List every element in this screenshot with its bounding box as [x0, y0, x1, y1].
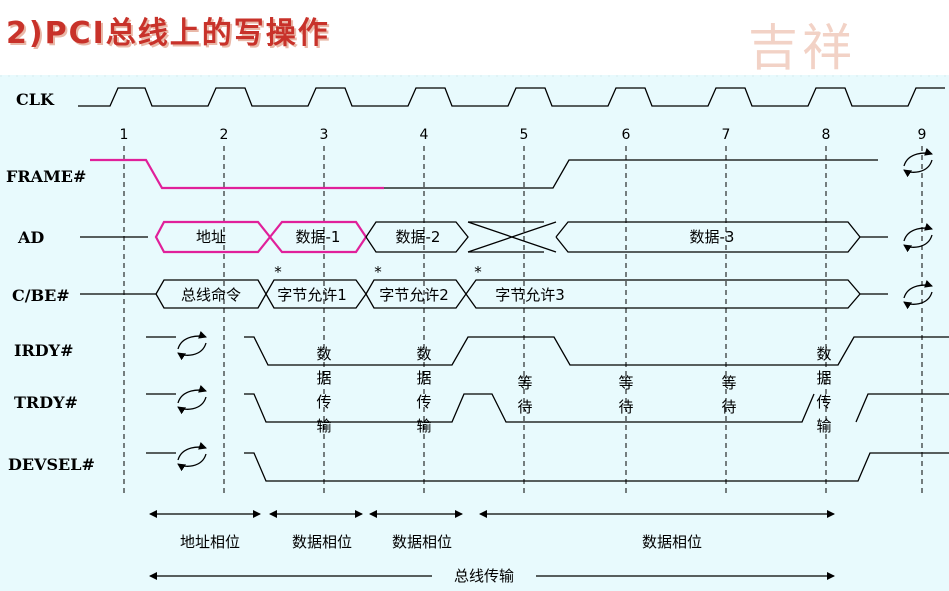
wait-text-7: 等 待: [721, 374, 736, 416]
irdy-label: IRDY#: [14, 341, 73, 360]
transfer-char: 传: [416, 393, 431, 411]
trdy-label: TRDY#: [14, 393, 78, 412]
cbe-bus-command-text: 总线命令: [181, 286, 241, 304]
turnaround-icon-frame: [903, 147, 933, 178]
turnaround-icon-irdy: [177, 330, 207, 361]
data-phase-label-3: 数据相位: [642, 533, 702, 551]
ad-address-text: 地址: [196, 228, 226, 246]
ad-data-2-text: 数据-2: [396, 228, 441, 246]
turnaround-icon-devsel: [177, 441, 207, 472]
clock-number-6: 6: [622, 127, 631, 143]
transfer-char: 输: [816, 417, 831, 435]
transfer-char: 传: [316, 393, 331, 411]
clock-numbers: 1 2 3 4 5 6 7 8 9: [120, 127, 927, 143]
turnaround-icon-cbe: [903, 279, 933, 310]
address-phase-label: 地址相位: [180, 533, 240, 551]
wait-text-5: 等 待: [517, 374, 532, 416]
wait-char: 待: [517, 398, 532, 416]
turnaround-icon-trdy: [177, 384, 207, 415]
devsel-waveform: [146, 452, 949, 482]
bus-transfer-label: 总线传输: [454, 567, 514, 585]
wait-char: 等: [721, 374, 736, 392]
cbe-byte-enable-3-text: 字节允许3: [495, 286, 565, 304]
clock-number-4: 4: [420, 127, 429, 143]
clk-waveform: [78, 87, 945, 107]
clock-edge-lines: [123, 146, 923, 495]
transfer-char: 据: [416, 369, 431, 387]
wait-char: 待: [618, 398, 633, 416]
phase-labels: 地址相位 数据相位 数据相位 数据相位 总线传输: [180, 533, 702, 586]
transfer-char: 据: [816, 369, 831, 387]
clock-number-5: 5: [520, 127, 529, 143]
asterisk-1: *: [274, 263, 282, 281]
clock-number-2: 2: [220, 127, 229, 143]
cbe-byte-enable-2-text: 字节允许2: [379, 286, 449, 304]
wait-text-6: 等 待: [618, 374, 633, 416]
ad-data-1-text: 数据-1: [296, 228, 341, 246]
data-phase-label-2: 数据相位: [392, 533, 452, 551]
cbe-bus: 总线命令 字节允许1 字节允许2 字节允许3 * * *: [80, 263, 888, 309]
ad-bus: 地址 数据-1 数据-2 数据-3: [80, 220, 888, 254]
transfer-text-8: 数 据 传 输: [816, 345, 831, 435]
clock-number-7: 7: [722, 127, 731, 143]
transfer-char: 输: [316, 417, 331, 435]
wait-char: 待: [721, 398, 736, 416]
transfer-char: 传: [816, 393, 831, 411]
transfer-char: 数: [816, 345, 831, 363]
clk-label: CLK: [16, 90, 55, 109]
asterisk-2: *: [374, 263, 382, 281]
asterisk-3: *: [474, 263, 482, 281]
ad-label: AD: [17, 228, 44, 247]
wait-char: 等: [517, 374, 532, 392]
clock-number-9: 9: [918, 127, 927, 143]
transfer-char: 数: [416, 345, 431, 363]
devsel-label: DEVSEL#: [8, 455, 95, 474]
cbe-byte-enable-1-text: 字节允许1: [277, 286, 347, 304]
transfer-char: 数: [316, 345, 331, 363]
clock-number-1: 1: [120, 127, 129, 143]
transfer-char: 据: [316, 369, 331, 387]
frame-waveform: [90, 158, 878, 190]
transfer-char: 输: [416, 417, 431, 435]
timing-diagram: CLK FRAME# AD C/BE# IRDY# TRDY# DEVSEL# …: [0, 75, 949, 586]
frame-label: FRAME#: [6, 167, 86, 186]
ad-data-3-text: 数据-3: [690, 228, 735, 246]
clock-number-8: 8: [822, 127, 831, 143]
data-phase-label-1: 数据相位: [292, 533, 352, 551]
clock-number-3: 3: [320, 127, 329, 143]
cbe-label: C/BE#: [12, 286, 70, 305]
turnaround-icon-ad: [903, 222, 933, 253]
wait-char: 等: [618, 374, 633, 392]
